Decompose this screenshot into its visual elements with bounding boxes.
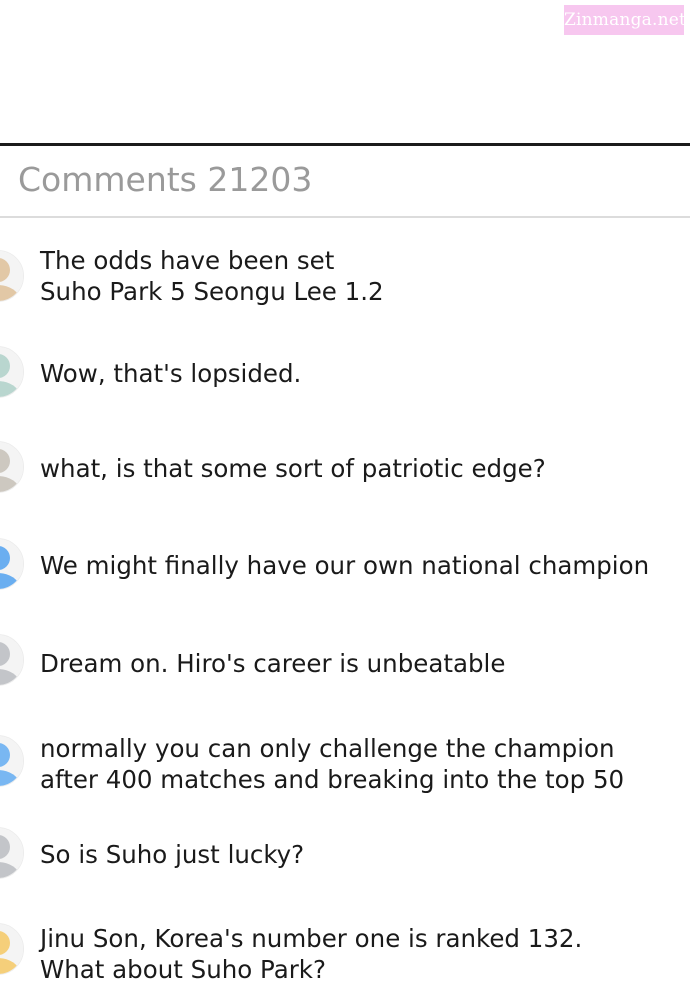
comment-line: Dream on. Hiro's career is unbeatable <box>40 649 506 678</box>
comment-line: Wow, that's lopsided. <box>40 359 302 388</box>
comment-text: We might finally have our own national c… <box>40 550 649 581</box>
user-avatar-icon <box>0 828 23 878</box>
watermark-logo: Zinmanga.net <box>564 5 686 35</box>
comment-line: We might finally have our own national c… <box>40 551 650 580</box>
comment-line: after 400 matches and breaking into the … <box>40 765 625 794</box>
comment-line: Suho Park 5 Seongu Lee 1.2 <box>40 277 384 306</box>
avatar[interactable] <box>0 538 24 590</box>
comments-page: Zinmanga.net Comments 21203 The odds hav… <box>0 0 690 1000</box>
user-avatar-icon <box>0 539 23 589</box>
user-avatar-icon <box>0 924 23 974</box>
user-avatar-icon <box>0 251 23 301</box>
comment-text: So is Suho just lucky? <box>40 839 304 870</box>
avatar[interactable] <box>0 250 24 302</box>
avatar[interactable] <box>0 923 24 975</box>
comment-text: normally you can only challenge the cham… <box>40 733 624 795</box>
comment-line: what, is that some sort of patriotic edg… <box>40 454 546 483</box>
user-avatar-icon <box>0 442 23 492</box>
comment-line: The odds have been set <box>40 246 335 275</box>
comment-text: Jinu Son, Korea's number one is ranked 1… <box>40 923 582 985</box>
user-avatar-icon <box>0 635 23 685</box>
avatar[interactable] <box>0 634 24 686</box>
avatar[interactable] <box>0 441 24 493</box>
comment-line: What about Suho Park? <box>40 955 326 984</box>
divider <box>0 216 690 218</box>
comment-line: Jinu Son, Korea's number one is ranked 1… <box>40 924 583 953</box>
comments-title: Comments 21203 <box>18 160 313 199</box>
comment-line: So is Suho just lucky? <box>40 840 305 869</box>
comment-text: Wow, that's lopsided. <box>40 358 301 389</box>
divider <box>0 143 690 146</box>
comment-text: Dream on. Hiro's career is unbeatable <box>40 648 505 679</box>
comment-text: The odds have been set Suho Park 5 Seong… <box>40 245 384 307</box>
comment-text: what, is that some sort of patriotic edg… <box>40 453 546 484</box>
avatar[interactable] <box>0 735 24 787</box>
avatar[interactable] <box>0 827 24 879</box>
user-avatar-icon <box>0 347 23 397</box>
user-avatar-icon <box>0 736 23 786</box>
avatar[interactable] <box>0 346 24 398</box>
comment-line: normally you can only challenge the cham… <box>40 734 615 763</box>
